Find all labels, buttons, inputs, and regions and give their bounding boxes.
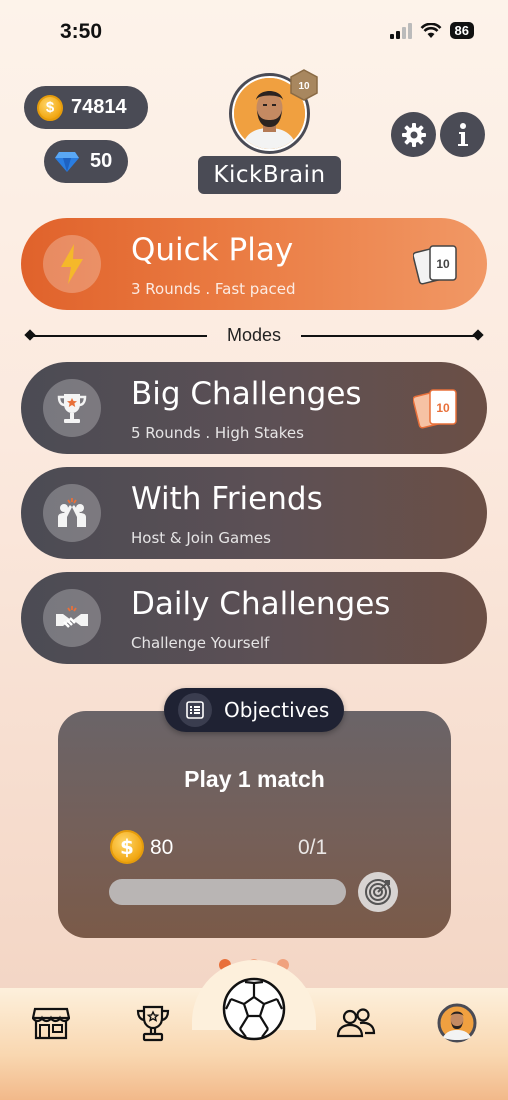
diamond-icon [55, 151, 79, 172]
trophy-icon[interactable] [130, 1000, 176, 1046]
big-challenges-subtitle: 5 Rounds . High Stakes [131, 424, 304, 442]
info-icon [457, 122, 468, 146]
playing-cards-icon: 10 [412, 242, 461, 292]
coin-count: 74814 [71, 96, 127, 118]
objectives-tab-label: Objectives [224, 698, 330, 722]
objective-task: Play 1 match [184, 766, 325, 792]
username-label[interactable]: KickBrain [198, 156, 341, 194]
level-badge: 10 [290, 69, 318, 105]
status-time: 3:50 [60, 20, 103, 43]
friends-icon[interactable] [333, 1000, 379, 1046]
coins-pill[interactable]: $ 74814 [24, 86, 148, 129]
objective-reward: 80 [150, 836, 174, 859]
quick-play-title: Quick Play [131, 232, 294, 268]
gear-icon [401, 122, 426, 147]
wifi-icon [420, 22, 441, 38]
signal-icon [389, 22, 412, 39]
info-button[interactable] [440, 112, 485, 157]
divider-line-right [301, 335, 478, 337]
coin-icon: $ [110, 830, 144, 864]
big-challenges-card-value: 10 [436, 401, 450, 415]
quick-play-subtitle: 3 Rounds . Fast paced [131, 280, 296, 298]
lightning-icon [43, 235, 101, 293]
status-icons: 86 [389, 22, 474, 39]
big-challenges-title: Big Challenges [131, 376, 362, 412]
handshake-icon [43, 589, 101, 647]
gem-count: 50 [90, 150, 113, 172]
target-icon [358, 872, 398, 912]
with-friends-subtitle: Host & Join Games [131, 529, 271, 547]
battery-indicator: 86 [449, 22, 474, 39]
daily-challenges-title: Daily Challenges [131, 586, 391, 622]
settings-button[interactable] [391, 112, 436, 157]
daily-challenges-card[interactable]: Daily Challenges Challenge Yourself [21, 572, 487, 664]
with-friends-title: With Friends [131, 481, 323, 517]
with-friends-card[interactable]: With Friends Host & Join Games [21, 467, 487, 559]
profile-avatar-icon[interactable] [434, 1000, 480, 1046]
trophy-icon [43, 379, 101, 437]
objective-progress-bar [109, 879, 346, 905]
big-challenges-card[interactable]: Big Challenges 5 Rounds . High Stakes 10 [21, 362, 487, 454]
quick-play-card[interactable]: Quick Play 3 Rounds . Fast paced 10 [21, 218, 487, 310]
coin-icon: $ [37, 94, 63, 121]
soccer-ball-icon[interactable] [222, 977, 286, 1041]
list-icon [178, 693, 212, 727]
objectives-tab[interactable]: Objectives [164, 688, 344, 732]
playing-cards-icon: 10 [412, 386, 461, 436]
daily-challenges-subtitle: Challenge Yourself [131, 634, 270, 652]
level-number: 10 [298, 81, 310, 92]
shop-icon[interactable] [28, 1000, 74, 1046]
objective-progress-text: 0/1 [298, 836, 328, 859]
quick-play-card-value: 10 [436, 257, 450, 271]
high-five-icon [43, 484, 101, 542]
gems-pill[interactable]: 50 [44, 140, 128, 183]
